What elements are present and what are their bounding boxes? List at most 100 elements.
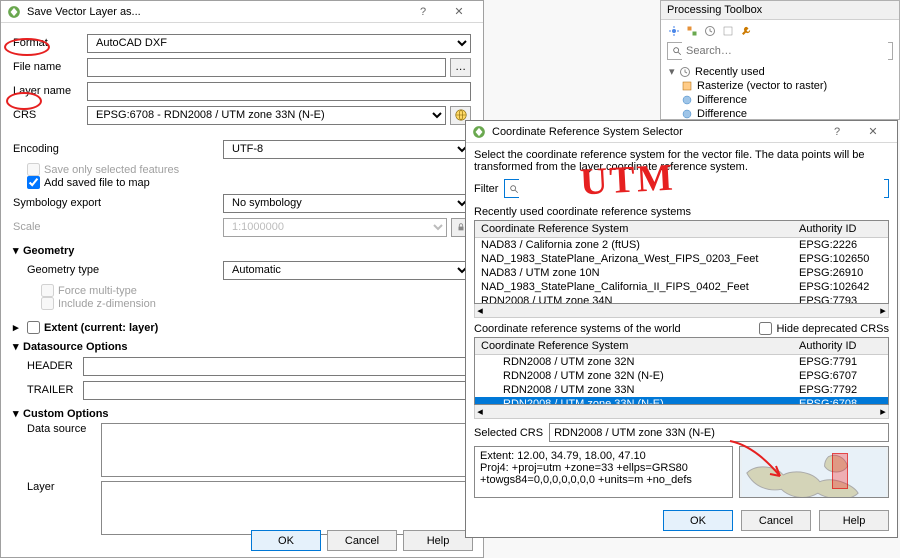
scale-select: 1:1000000 xyxy=(223,218,447,237)
save-vector-layer-dialog: Save Vector Layer as... ? ✕ Format AutoC… xyxy=(0,0,484,558)
filename-input[interactable] xyxy=(87,58,446,77)
search-icon xyxy=(672,46,682,56)
layername-label: Layer name xyxy=(13,85,87,97)
horizontal-scrollbar[interactable]: ◂▸ xyxy=(474,405,889,419)
history-icon[interactable] xyxy=(703,24,717,38)
crs-select[interactable]: EPSG:6708 - RDN2008 / UTM zone 33N (N-E) xyxy=(87,106,446,125)
datasource-options-section[interactable]: ▾Datasource Options xyxy=(13,337,471,356)
format-label: Format xyxy=(13,37,87,49)
header-label: HEADER xyxy=(27,360,83,372)
crs-extent-highlight xyxy=(832,453,848,489)
layername-input[interactable] xyxy=(87,82,471,101)
tree-item[interactable]: Difference xyxy=(667,107,893,121)
gear-icon[interactable] xyxy=(667,24,681,38)
extent-section[interactable]: ▸Extent (current: layer) xyxy=(13,318,471,337)
column-header-auth[interactable]: Authority ID xyxy=(793,338,888,354)
list-row[interactable]: NAD_1983_StatePlane_Arizona_West_FIPS_02… xyxy=(475,252,888,266)
header-input[interactable] xyxy=(83,357,471,376)
column-header-crs[interactable]: Coordinate Reference System xyxy=(475,221,793,237)
help-button[interactable]: Help xyxy=(403,530,473,551)
crs-ok-button[interactable]: OK xyxy=(663,510,733,531)
scale-label: Scale xyxy=(13,221,223,233)
encoding-label: Encoding xyxy=(13,143,223,155)
format-select[interactable]: AutoCAD DXF xyxy=(87,34,471,53)
include-z-check: Include z-dimension xyxy=(41,297,471,310)
recent-crs-list[interactable]: Coordinate Reference SystemAuthority ID … xyxy=(474,220,889,304)
crs-titlebar: Coordinate Reference System Selector ? ✕ xyxy=(466,121,897,143)
model-icon[interactable] xyxy=(685,24,699,38)
geometry-type-select[interactable]: Automatic xyxy=(223,261,471,280)
layer-textarea[interactable] xyxy=(101,481,471,535)
crs-dialog-title: Coordinate Reference System Selector xyxy=(492,126,819,138)
geometry-type-label: Geometry type xyxy=(27,264,223,276)
world-crs-list[interactable]: Coordinate Reference SystemAuthority ID … xyxy=(474,337,889,405)
toolbox-search[interactable] xyxy=(667,42,893,60)
crs-selector-dialog: Coordinate Reference System Selector ? ✕… xyxy=(465,120,898,538)
list-row[interactable]: RDN2008 / UTM zone 33N (N-E)EPSG:6708 xyxy=(475,397,888,405)
crs-dialog-help-button[interactable]: ? xyxy=(819,121,855,143)
list-row[interactable]: RDN2008 / UTM zone 34NEPSG:7793 xyxy=(475,294,888,304)
list-row[interactable]: RDN2008 / UTM zone 32NEPSG:7791 xyxy=(475,355,888,369)
titlebar: Save Vector Layer as... ? ✕ xyxy=(1,1,483,23)
list-row[interactable]: NAD_1983_StatePlane_California_II_FIPS_0… xyxy=(475,280,888,294)
column-header-auth[interactable]: Authority ID xyxy=(793,221,888,237)
selected-crs-label: Selected CRS xyxy=(474,427,543,439)
crs-extent-text: Extent: 12.00, 34.79, 18.00, 47.10 Proj4… xyxy=(474,446,733,498)
tree-item[interactable]: Difference xyxy=(667,93,893,107)
dialog-title: Save Vector Layer as... xyxy=(27,6,405,18)
tree-item[interactable]: Rasterize (vector to raster) xyxy=(667,79,893,93)
crs-extent-map xyxy=(739,446,889,498)
cancel-button[interactable]: Cancel xyxy=(327,530,397,551)
dialog-help-button[interactable]: ? xyxy=(405,1,441,23)
crs-label: CRS xyxy=(13,109,87,121)
symbology-select[interactable]: No symbology xyxy=(223,194,471,213)
filename-label: File name xyxy=(13,61,87,73)
results-icon[interactable] xyxy=(721,24,735,38)
list-row[interactable]: NAD83 / UTM zone 10NEPSG:26910 xyxy=(475,266,888,280)
trailer-input[interactable] xyxy=(83,381,471,400)
crs-filter-input[interactable] xyxy=(519,179,884,198)
geometry-section[interactable]: ▾Geometry xyxy=(13,241,471,260)
wrench-icon[interactable] xyxy=(739,24,753,38)
crs-cancel-button[interactable]: Cancel xyxy=(741,510,811,531)
save-only-selected-check: Save only selected features xyxy=(27,163,471,176)
list-row[interactable]: RDN2008 / UTM zone 33NEPSG:7792 xyxy=(475,383,888,397)
toolbox-toolbar xyxy=(667,24,893,38)
toolbox-search-input[interactable] xyxy=(682,42,888,61)
symbology-label: Symbology export xyxy=(13,197,223,209)
selected-crs-field xyxy=(549,423,889,442)
toolbox-title: Processing Toolbox xyxy=(661,1,899,20)
crs-dialog-close-button[interactable]: ✕ xyxy=(855,121,891,143)
trailer-label: TRAILER xyxy=(27,384,83,396)
recently-used-node[interactable]: ▾Recently used xyxy=(667,64,893,79)
encoding-select[interactable]: UTF-8 xyxy=(223,140,471,159)
clock-icon xyxy=(679,66,691,78)
list-row[interactable]: RDN2008 / UTM zone 32N (N-E)EPSG:6707 xyxy=(475,369,888,383)
search-icon xyxy=(509,184,519,194)
recent-crs-label: Recently used coordinate reference syste… xyxy=(474,206,889,218)
raster-icon xyxy=(681,80,693,92)
hide-deprecated-check[interactable]: Hide deprecated CRSs xyxy=(759,322,889,335)
custom-options-section[interactable]: ▾Custom Options xyxy=(13,404,471,423)
list-row[interactable]: NAD83 / California zone 2 (ftUS)EPSG:222… xyxy=(475,238,888,252)
browse-button[interactable]: … xyxy=(450,58,471,77)
data-source-label: Data source xyxy=(27,423,101,435)
force-multitype-check: Force multi-type xyxy=(41,284,471,297)
world-crs-label: Coordinate reference systems of the worl… xyxy=(474,323,681,335)
dialog-close-button[interactable]: ✕ xyxy=(441,1,477,23)
world-map-icon xyxy=(742,449,886,498)
qgis-icon xyxy=(472,125,486,139)
crs-help-button[interactable]: Help xyxy=(819,510,889,531)
qgis-icon xyxy=(7,5,21,19)
add-saved-file-check[interactable]: Add saved file to map xyxy=(27,176,471,189)
algorithm-icon xyxy=(681,108,693,120)
crs-description: Select the coordinate reference system f… xyxy=(474,149,889,173)
data-source-textarea[interactable] xyxy=(101,423,471,477)
algorithm-icon xyxy=(681,94,693,106)
layer-ta-label: Layer xyxy=(27,481,101,493)
column-header-crs[interactable]: Coordinate Reference System xyxy=(475,338,793,354)
filter-label: Filter xyxy=(474,183,498,195)
ok-button[interactable]: OK xyxy=(251,530,321,551)
processing-toolbox-panel: Processing Toolbox ▾Recently used Raster… xyxy=(660,0,900,120)
horizontal-scrollbar[interactable]: ◂▸ xyxy=(474,304,889,318)
